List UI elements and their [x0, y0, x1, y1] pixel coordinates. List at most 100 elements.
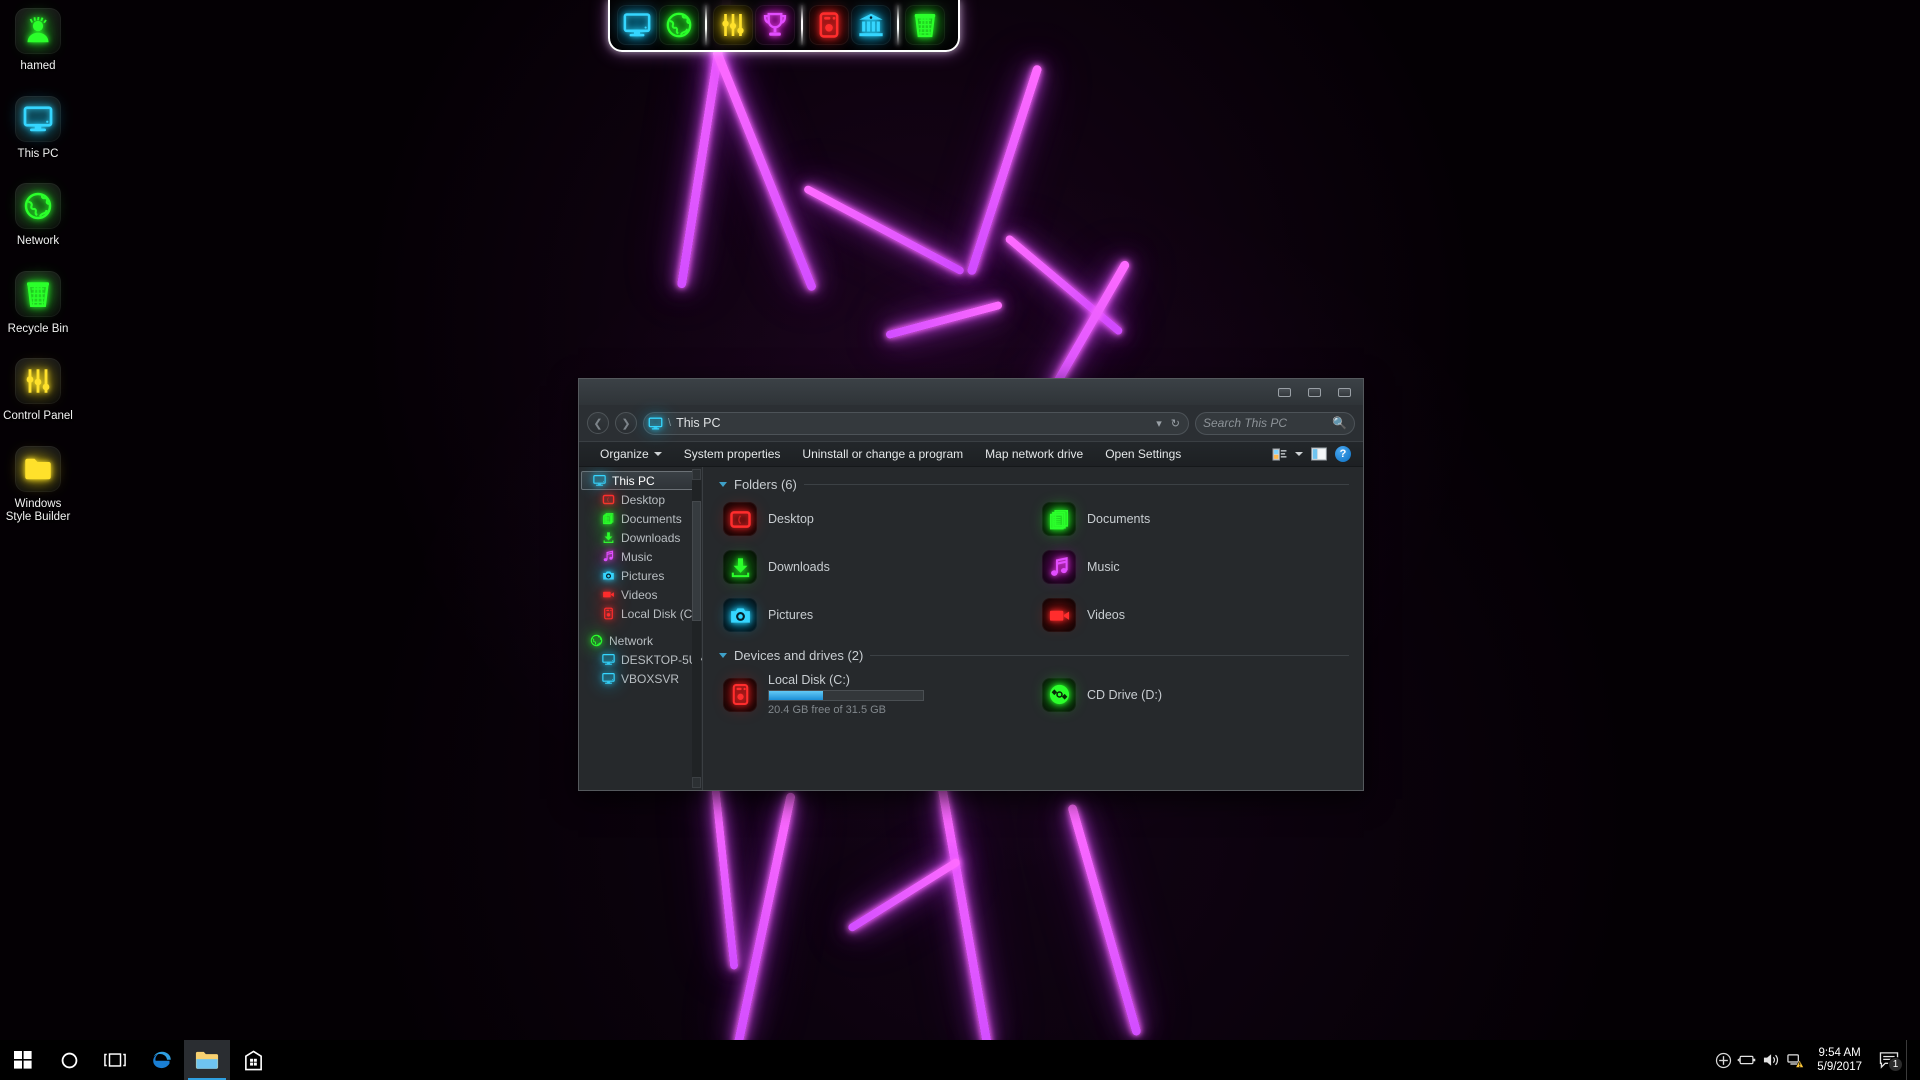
dock-separator	[801, 5, 803, 45]
desktop-icon-this-pc[interactable]: This PC	[0, 95, 76, 162]
volume-icon[interactable]	[1759, 1040, 1783, 1080]
file-explorer-window[interactable]: ❮ ❯ \ This PC ▾ ↻ 🔍	[578, 378, 1364, 791]
folder-tile-pictures[interactable]: Pictures	[719, 596, 1030, 634]
address-bar[interactable]: \ This PC ▾ ↻	[643, 411, 1189, 435]
close-button[interactable]	[1331, 383, 1357, 401]
back-button[interactable]: ❮	[587, 412, 609, 434]
nav-item-network[interactable]: Network	[579, 631, 702, 650]
dock-recycle-bin-icon[interactable]	[905, 5, 945, 45]
address-separator: \	[668, 417, 672, 429]
clock-date: 5/9/2017	[1817, 1061, 1862, 1073]
preview-pane-icon[interactable]	[1311, 447, 1327, 461]
network-icon[interactable]	[1783, 1040, 1807, 1080]
map-network-drive-button[interactable]: Map network drive	[974, 443, 1094, 465]
folder-tile-label: Pictures	[768, 608, 814, 622]
folder-tile-desktop[interactable]: Desktop	[719, 500, 1030, 538]
system-properties-button[interactable]: System properties	[673, 443, 792, 465]
desktop-icon-windows-style-builder[interactable]: Windows Style Builder	[0, 445, 76, 525]
nav-item-pictures[interactable]: Pictures	[579, 566, 702, 585]
open-settings-button[interactable]: Open Settings	[1094, 443, 1192, 465]
organize-label: Organize	[600, 447, 649, 461]
nav-item-videos[interactable]: Videos	[579, 585, 702, 604]
help-button[interactable]: ?	[1335, 446, 1351, 462]
dock-hard-drive-icon[interactable]	[809, 5, 849, 45]
forward-button[interactable]: ❯	[615, 412, 637, 434]
dock-monitor-icon[interactable]	[617, 5, 657, 45]
nav-item-label: Network	[609, 633, 654, 648]
video-icon	[1042, 598, 1076, 632]
nav-item-downloads[interactable]: Downloads	[579, 528, 702, 547]
drive-tile-local-disk-c[interactable]: Local Disk (C:) 20.4 GB free of 31.5 GB	[719, 671, 1030, 718]
chevron-down-icon[interactable]: ▾	[1156, 417, 1162, 430]
nav-item-music[interactable]: Music	[579, 547, 702, 566]
minimize-button[interactable]	[1271, 383, 1297, 401]
desktop-icon-hamed[interactable]: hamed	[0, 8, 76, 74]
nav-item-label: Documents	[621, 511, 682, 526]
navigation-pane-scrollbar[interactable]	[692, 469, 701, 788]
address-text[interactable]: This PC	[676, 416, 720, 430]
dock-bank-icon[interactable]	[851, 5, 891, 45]
dock-sliders-icon[interactable]	[713, 5, 753, 45]
uninstall-program-button[interactable]: Uninstall or change a program	[791, 443, 974, 465]
clock[interactable]: 9:54 AM 5/9/2017	[1807, 1040, 1872, 1080]
file-explorer-taskbar-button[interactable]	[184, 1040, 230, 1080]
dock-group	[713, 5, 795, 45]
desktop-icon-network[interactable]: Network	[0, 183, 76, 249]
scroll-up-arrow[interactable]	[692, 469, 701, 480]
drives-section-header[interactable]: Devices and drives (2)	[719, 648, 1349, 663]
chevron-down-icon	[653, 452, 662, 456]
collapse-caret-icon[interactable]	[719, 653, 727, 658]
edge-taskbar-button[interactable]	[138, 1040, 184, 1080]
drives-section-title: Devices and drives (2)	[734, 648, 864, 663]
drive-info: Local Disk (C:) 20.4 GB free of 31.5 GB	[768, 673, 1026, 716]
nav-item-documents[interactable]: Documents	[579, 509, 702, 528]
search-box[interactable]: 🔍	[1195, 411, 1355, 435]
hard-drive-icon	[601, 607, 615, 621]
desktop-icon-control-panel[interactable]: Control Panel	[0, 358, 76, 424]
window-title-bar[interactable]	[579, 379, 1363, 405]
folders-section-header[interactable]: Folders (6)	[719, 477, 1349, 492]
dock-separator	[897, 5, 899, 45]
change-view-icon[interactable]	[1272, 447, 1287, 462]
nav-item-local-disk-c[interactable]: Local Disk (C:)	[579, 604, 702, 623]
drive-label: Local Disk (C:)	[768, 673, 850, 687]
content-pane[interactable]: Folders (6) Desktop Documents Downloads Mus…	[703, 467, 1363, 790]
folder-tile-downloads[interactable]: Downloads	[719, 548, 1030, 586]
sliders-icon	[15, 358, 61, 404]
store-taskbar-button[interactable]	[230, 1040, 276, 1080]
show-desktop-button[interactable]	[1906, 1040, 1914, 1080]
folder-tile-label: Desktop	[768, 512, 814, 526]
collapse-caret-icon[interactable]	[719, 482, 727, 487]
view-dropdown-icon[interactable]	[1295, 452, 1303, 456]
dock-globe-icon[interactable]	[659, 5, 699, 45]
battery-icon[interactable]	[1735, 1040, 1759, 1080]
top-dock[interactable]	[608, 0, 960, 52]
show-hidden-icons-button[interactable]	[1711, 1040, 1735, 1080]
refresh-icon[interactable]: ↻	[1171, 417, 1180, 430]
scrollbar-thumb[interactable]	[692, 501, 701, 621]
folder-tile-documents[interactable]: Documents	[1038, 500, 1349, 538]
dock-trophy-icon[interactable]	[755, 5, 795, 45]
camera-icon	[601, 569, 615, 583]
folder-tile-videos[interactable]: Videos	[1038, 596, 1349, 634]
nav-item-vboxsvr[interactable]: VBOXSVR	[579, 669, 702, 688]
task-view-button[interactable]	[92, 1040, 138, 1080]
cortana-search-button[interactable]	[46, 1040, 92, 1080]
navigation-pane[interactable]: This PC Desktop Documents Downloads Music Pic…	[579, 467, 703, 790]
search-input[interactable]	[1203, 416, 1333, 430]
scroll-down-arrow[interactable]	[692, 777, 701, 788]
action-center-button[interactable]: 1	[1872, 1040, 1906, 1080]
start-button[interactable]	[0, 1040, 46, 1080]
drive-tile-cd-drive-d[interactable]: CD Drive (D:)	[1038, 671, 1349, 718]
folder-tile-music[interactable]: Music	[1038, 548, 1349, 586]
nav-item-desktop-5unli[interactable]: DESKTOP-5UNLI	[579, 650, 702, 669]
desktop-icon-label: Control Panel	[3, 410, 73, 422]
navigation-row: ❮ ❯ \ This PC ▾ ↻ 🔍	[579, 405, 1363, 441]
organize-button[interactable]: Organize	[589, 443, 673, 465]
desktop[interactable]: hamed This PC Network Recycle Bin Control Pa…	[0, 0, 1920, 1080]
taskbar[interactable]: 9:54 AM 5/9/2017 1	[0, 1040, 1920, 1080]
maximize-button[interactable]	[1301, 383, 1327, 401]
nav-item-desktop[interactable]: Desktop	[579, 490, 702, 509]
desktop-icon-recycle-bin[interactable]: Recycle Bin	[0, 270, 76, 337]
nav-item-this-pc[interactable]: This PC	[581, 471, 700, 490]
